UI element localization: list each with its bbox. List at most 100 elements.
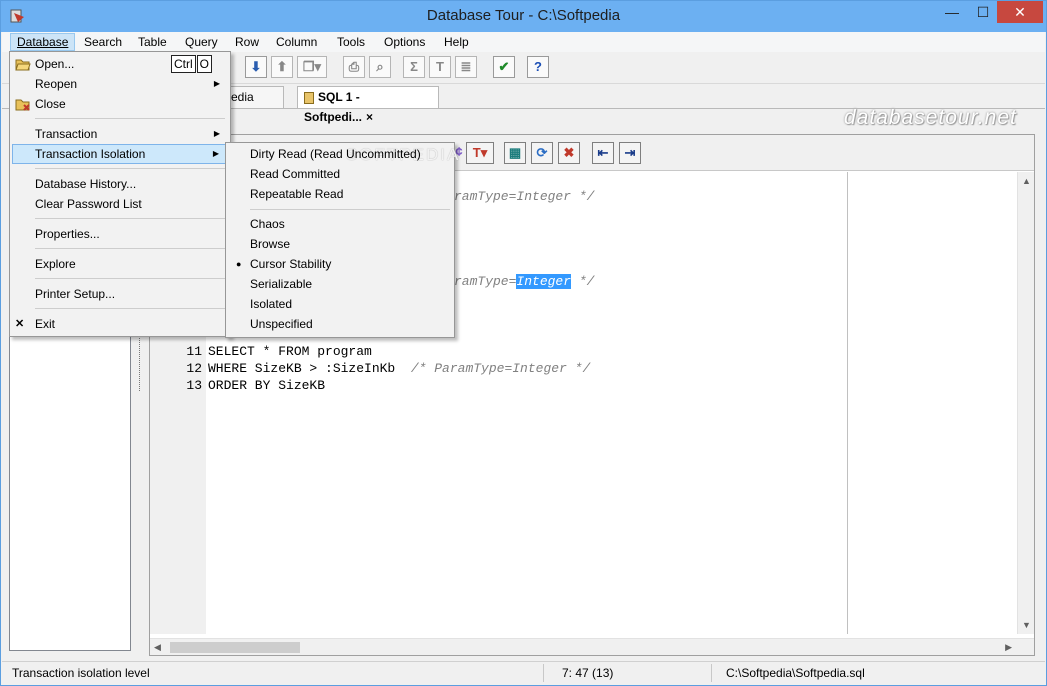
isolation-chaos[interactable]: Chaos xyxy=(228,214,452,234)
menu-search-label: Search xyxy=(84,35,123,49)
text-icon[interactable]: T xyxy=(429,56,451,78)
database-menu: Open... Ctrl O Reopen ▶ Close Transaction ▶… xyxy=(9,51,231,337)
radio-bullet-icon: ● xyxy=(236,259,242,269)
menu-query[interactable]: Query xyxy=(179,33,224,51)
menu-table[interactable]: Table xyxy=(132,33,173,51)
close-tab-icon[interactable]: × xyxy=(366,110,373,124)
grid-icon[interactable]: ▦ xyxy=(504,142,526,164)
print-preview-icon[interactable]: ⌕ xyxy=(369,56,391,78)
selected-text: Integer xyxy=(516,274,572,289)
isolation-browse[interactable]: Browse xyxy=(228,234,452,254)
isolation-cursor-stability-label: Cursor Stability xyxy=(250,257,332,271)
scroll-down-icon[interactable]: ▼ xyxy=(1022,620,1031,630)
scroll-left-icon[interactable]: ◀ xyxy=(154,642,161,653)
title-bar[interactable]: Database Tour - C:\Softpedia — ☐ ✕ xyxy=(1,1,1046,32)
menu-item-clear-password-list[interactable]: Clear Password List xyxy=(12,194,228,214)
isolation-unspecified-label: Unspecified xyxy=(250,317,313,331)
menu-item-transaction[interactable]: Transaction ▶ xyxy=(12,124,228,144)
menu-item-explore[interactable]: Explore xyxy=(12,254,228,274)
close-folder-icon xyxy=(15,99,30,111)
submenu-arrow-icon: ▶ xyxy=(212,149,219,158)
code-line: 13 ORDER BY SizeKB xyxy=(186,378,325,395)
menu-row[interactable]: Row xyxy=(229,33,265,51)
menu-separator xyxy=(250,209,450,210)
help-icon[interactable]: ? xyxy=(527,56,549,78)
text-style-dropdown-icon[interactable]: T▾ xyxy=(466,142,494,164)
menu-item-database-history[interactable]: Database History... xyxy=(12,174,228,194)
report-icon[interactable]: ≣ xyxy=(455,56,477,78)
sql-file-icon xyxy=(304,91,314,104)
menu-search[interactable]: Search xyxy=(78,33,128,51)
close-window-button[interactable]: ✕ xyxy=(997,1,1043,23)
refresh-table-icon[interactable]: ⟳ xyxy=(531,142,553,164)
menu-item-properties[interactable]: Properties... xyxy=(12,224,228,244)
menu-options[interactable]: Options xyxy=(378,33,431,51)
menu-item-close[interactable]: Close xyxy=(12,94,228,114)
tab-sql-1[interactable]: SQL 1 - Softpedi... × xyxy=(297,86,439,124)
menu-separator xyxy=(35,308,225,309)
isolation-cursor-stability[interactable]: ● Cursor Stability xyxy=(228,254,452,274)
code-line: 11 SELECT * FROM program xyxy=(186,344,372,361)
isolation-repeatable-read[interactable]: Repeatable Read xyxy=(228,184,452,204)
isolation-isolated[interactable]: Isolated xyxy=(228,294,452,314)
outdent-icon[interactable]: ⇤ xyxy=(592,142,614,164)
menu-item-open[interactable]: Open... Ctrl O xyxy=(12,54,228,74)
line-number: 12 xyxy=(186,361,202,376)
copy-dropdown-icon[interactable]: ❐▾ xyxy=(297,56,327,78)
menu-item-printer-setup[interactable]: Printer Setup... xyxy=(12,284,228,304)
menu-query-label: Query xyxy=(185,35,218,49)
line-number: 13 xyxy=(186,378,202,393)
menu-help[interactable]: Help xyxy=(438,33,475,51)
scroll-up-icon[interactable]: ▲ xyxy=(1022,176,1031,186)
menu-separator xyxy=(35,218,225,219)
menu-database[interactable]: Database xyxy=(10,33,76,51)
menu-separator xyxy=(35,168,225,169)
menu-item-properties-label: Properties... xyxy=(35,227,100,241)
code-comment: ramType= xyxy=(454,274,517,289)
isolation-chaos-label: Chaos xyxy=(250,217,285,231)
menu-column[interactable]: Column xyxy=(270,33,323,51)
menu-bar: Database Search Table Query Row Column T… xyxy=(2,32,1045,52)
delete-table-icon[interactable]: ✖ xyxy=(558,142,580,164)
tab-database-label: edia xyxy=(231,90,254,104)
menu-tools-label: Tools xyxy=(337,35,366,49)
sum-icon[interactable]: Σ xyxy=(403,56,425,78)
vertical-scrollbar[interactable]: ▲ ▼ xyxy=(1017,172,1034,634)
code-line: ramType=Integer */ xyxy=(454,274,594,291)
menu-item-transaction-isolation-label: Transaction Isolation xyxy=(35,147,146,161)
menu-options-label: Options xyxy=(384,35,426,49)
horizontal-scrollbar[interactable]: ◀ ▶ xyxy=(150,638,1034,655)
minimize-button[interactable]: — xyxy=(938,1,966,23)
menu-database-label: Database xyxy=(17,35,69,49)
isolation-unspecified[interactable]: Unspecified xyxy=(228,314,452,334)
file-path: C:\Softpedia\Softpedia.sql xyxy=(726,666,865,680)
isolation-read-committed[interactable]: Read Committed xyxy=(228,164,452,184)
menu-table-label: Table xyxy=(138,35,167,49)
ctrl-key: Ctrl xyxy=(171,55,196,73)
menu-tools[interactable]: Tools xyxy=(331,33,371,51)
menu-row-label: Row xyxy=(235,35,260,49)
right-margin-line xyxy=(847,172,848,634)
import-icon[interactable]: ⬇ xyxy=(245,56,267,78)
menu-item-clear-password-list-label: Clear Password List xyxy=(35,197,142,211)
menu-separator xyxy=(35,278,225,279)
print-icon[interactable]: ⎙ xyxy=(343,56,365,78)
export-icon[interactable]: ⬆ xyxy=(271,56,293,78)
indent-icon[interactable]: ⇥ xyxy=(619,142,641,164)
tab-database[interactable]: edia xyxy=(224,86,284,108)
object-list[interactable] xyxy=(9,331,131,651)
panel-splitter[interactable] xyxy=(139,331,143,391)
horizontal-scroll-thumb[interactable] xyxy=(170,642,300,653)
code-text: SELECT * FROM program xyxy=(208,344,372,359)
isolation-serializable[interactable]: Serializable xyxy=(228,274,452,294)
menu-item-exit[interactable]: ✕ Exit xyxy=(12,314,228,334)
scroll-right-icon[interactable]: ▶ xyxy=(1005,642,1012,653)
checkmark-icon[interactable]: ✔ xyxy=(493,56,515,78)
menu-item-reopen[interactable]: Reopen ▶ xyxy=(12,74,228,94)
transaction-isolation-submenu: SOFTPEDIA Dirty Read (Read Uncommitted) … xyxy=(225,142,458,338)
isolation-dirty-read[interactable]: Dirty Read (Read Uncommitted) xyxy=(228,144,452,164)
isolation-isolated-label: Isolated xyxy=(250,297,293,311)
status-bar: Transaction isolation level 7: 47 (13) C… xyxy=(2,661,1045,683)
menu-item-transaction-isolation[interactable]: Transaction Isolation ▶ xyxy=(12,144,228,164)
maximize-button[interactable]: ☐ xyxy=(969,1,997,23)
